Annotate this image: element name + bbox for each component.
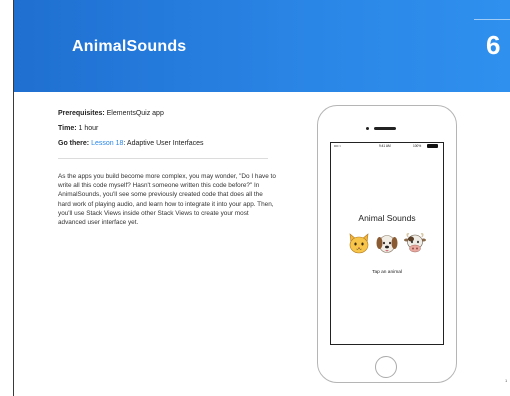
battery-percent: 100% — [413, 144, 422, 148]
page: AnimalSounds 6 Prerequisites: ElementsQu… — [0, 0, 510, 396]
earpiece-speaker — [374, 127, 396, 130]
go-there-row: Go there: Lesson 18: Adaptive User Inter… — [58, 140, 273, 147]
intro-paragraph: As the apps you build become more comple… — [58, 173, 276, 227]
iphone-mockup: •••• ≈ 9:41 AM 100% Animal Sounds Tap an… — [317, 105, 457, 383]
cat-face-icon — [349, 233, 369, 254]
prerequisites-value: ElementsQuiz app — [106, 110, 164, 117]
dog-button[interactable] — [375, 231, 399, 255]
cow-button[interactable] — [403, 231, 427, 255]
instruction-label: Tap an animal — [372, 270, 402, 275]
chapter-banner: AnimalSounds 6 — [14, 0, 510, 92]
front-camera — [366, 127, 369, 130]
meta-divider — [58, 158, 268, 159]
time-label: Time: — [58, 125, 77, 132]
battery-icon — [427, 144, 438, 148]
page-marker: 1 — [505, 378, 508, 383]
status-time: 9:41 AM — [379, 144, 391, 148]
prerequisites-row: Prerequisites: ElementsQuiz app — [58, 110, 273, 117]
dog-face-icon — [376, 235, 398, 253]
time-value: 1 hour — [78, 125, 99, 132]
lesson-link[interactable]: Lesson 18 — [91, 140, 123, 147]
go-there-label: Go there: — [58, 140, 90, 147]
app-title-label: Animal Sounds — [358, 213, 416, 223]
banner-divider — [474, 19, 510, 20]
prerequisites-label: Prerequisites: — [58, 110, 105, 117]
phone-screen: •••• ≈ 9:41 AM 100% Animal Sounds Tap an… — [330, 142, 444, 345]
cow-face-icon — [404, 233, 426, 253]
chapter-number: 6 — [486, 30, 501, 60]
time-row: Time: 1 hour — [58, 125, 273, 132]
signal-indicator: •••• ≈ — [334, 144, 342, 148]
cat-button[interactable] — [347, 231, 371, 255]
status-bar: •••• ≈ 9:41 AM 100% — [331, 143, 443, 149]
go-there-rest: : Adaptive User Interfaces — [123, 140, 204, 147]
animal-buttons — [331, 231, 443, 255]
chapter-title: AnimalSounds — [72, 38, 187, 55]
home-button[interactable] — [375, 356, 397, 378]
chapter-meta: Prerequisites: ElementsQuiz app Time: 1 … — [58, 110, 273, 155]
